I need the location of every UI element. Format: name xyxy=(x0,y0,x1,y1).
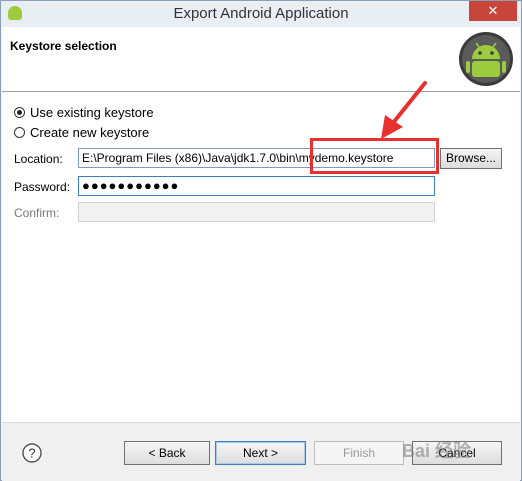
android-logo-icon xyxy=(459,32,513,86)
password-mask: ●●●●●●●●●●● xyxy=(82,178,180,193)
export-dialog: Export Android Application ✕ Keystore se… xyxy=(0,0,522,481)
close-button[interactable]: ✕ xyxy=(469,1,517,21)
create-new-keystore-label: Create new keystore xyxy=(30,125,150,140)
wizard-header: Keystore selection xyxy=(2,27,520,92)
question-circle-icon[interactable]: ? xyxy=(22,443,42,463)
browse-button[interactable]: Browse... xyxy=(440,148,502,169)
confirm-input[interactable] xyxy=(78,202,435,222)
page-title: Keystore selection xyxy=(10,39,117,53)
svg-text:?: ? xyxy=(28,446,35,461)
title-bar: Export Android Application ✕ xyxy=(1,1,521,27)
window-title: Export Android Application xyxy=(173,5,349,22)
wizard-footer: ? < Back Next > Finish Cancel Bai 经验 xyxy=(2,422,520,481)
create-new-keystore-radio[interactable]: Create new keystore xyxy=(14,125,149,140)
password-label: Password: xyxy=(14,180,71,194)
use-existing-keystore-label: Use existing keystore xyxy=(30,105,154,120)
radio-unchecked-icon[interactable] xyxy=(14,127,25,138)
back-button[interactable]: < Back xyxy=(124,441,210,465)
annotation-highlight-box xyxy=(310,138,439,174)
watermark: Bai 经验 xyxy=(402,441,472,461)
location-label: Location: xyxy=(14,152,63,166)
annotation-arrow-icon xyxy=(381,81,427,139)
confirm-label: Confirm: xyxy=(14,206,60,220)
wizard-content: Use existing keystore Create new keystor… xyxy=(2,92,520,422)
next-button[interactable]: Next > xyxy=(215,441,306,465)
use-existing-keystore-radio[interactable]: Use existing keystore xyxy=(14,105,154,120)
finish-button[interactable]: Finish xyxy=(314,441,404,465)
radio-checked-icon[interactable] xyxy=(14,107,25,118)
password-input[interactable]: ●●●●●●●●●●● xyxy=(78,176,435,196)
